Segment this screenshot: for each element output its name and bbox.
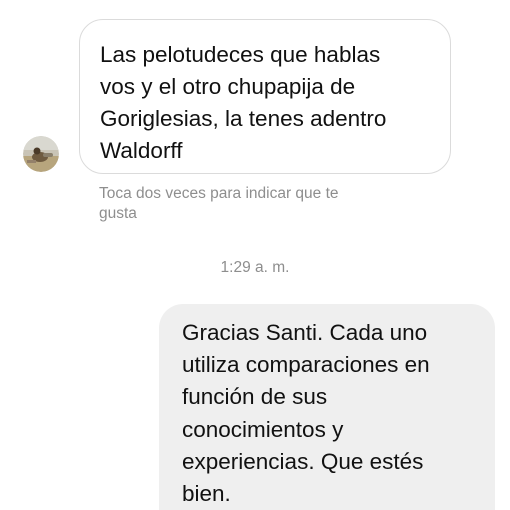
avatar-photo-icon [23, 136, 59, 172]
timestamp-label: 1:29 a. m. [220, 259, 290, 276]
double-tap-like-hint: Toca dos veces para indicar que te gusta [99, 185, 339, 222]
incoming-message-text: Las pelotudeces que hablas vos y el otro… [100, 42, 387, 163]
message-timestamp: 1:29 a. m. [0, 258, 510, 278]
incoming-message-bubble[interactable]: Las pelotudeces que hablas vos y el otro… [79, 19, 451, 174]
sender-avatar[interactable] [23, 136, 59, 172]
outgoing-message-text: Gracias Santi. Cada uno utiliza comparac… [182, 320, 430, 507]
outgoing-message-bubble[interactable]: Gracias Santi. Cada uno utiliza comparac… [159, 304, 495, 510]
chat-thread: Las pelotudeces que hablas vos y el otro… [0, 0, 510, 510]
